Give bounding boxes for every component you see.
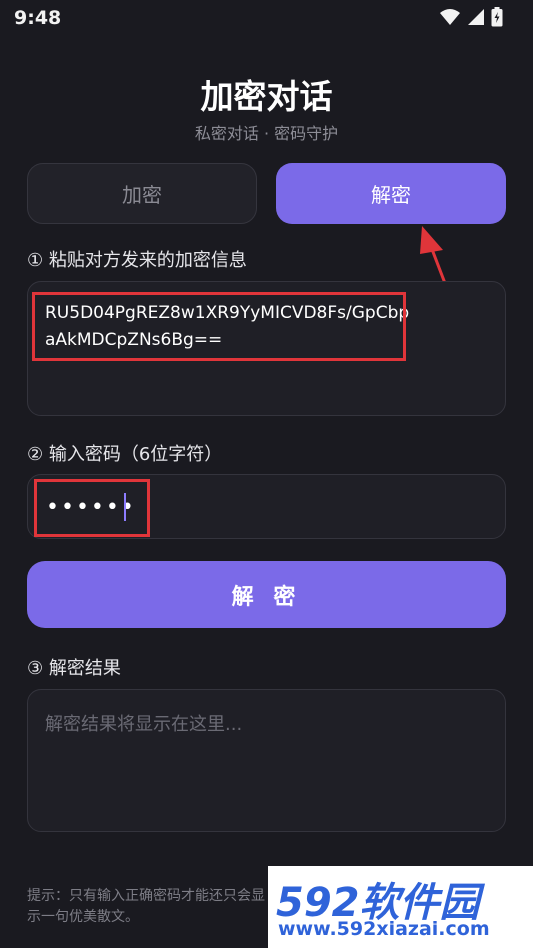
status-bar: 9:48: [0, 0, 533, 36]
annotation-highlight-cipher: [32, 292, 406, 361]
page-title: 加密对话: [200, 77, 333, 116]
watermark-url: www.592xiazai.com: [278, 918, 490, 940]
tab-decrypt[interactable]: 解密: [276, 163, 506, 224]
cipher-input[interactable]: RU5D04PgREZ8w1XR9YyMICVD8Fs/GpCbpaAkMDCp…: [27, 281, 506, 416]
battery-icon: [491, 7, 503, 27]
watermark: 592软件园 www.592xiazai.com: [268, 866, 533, 948]
result-output[interactable]: 解密结果将显示在这里...: [27, 689, 506, 832]
cipher-label: ① 粘贴对方发来的加密信息: [27, 250, 247, 271]
password-input[interactable]: ••••••: [27, 474, 506, 539]
signal-icon: [468, 9, 484, 25]
status-time: 9:48: [14, 7, 62, 29]
password-label: ② 输入密码（6位字符）: [27, 444, 223, 465]
result-label: ③ 解密结果: [27, 658, 121, 679]
tab-encrypt[interactable]: 加密: [27, 163, 257, 224]
decrypt-button[interactable]: 解 密: [27, 561, 506, 628]
status-icons: [439, 7, 503, 27]
wifi-icon: [440, 9, 460, 25]
hint-text: 提示：只有输入正确密码才能还只会显示一句优美散文。: [27, 888, 265, 925]
annotation-highlight-password: [34, 479, 150, 537]
page-subtitle: 私密对话 · 密码守护: [194, 124, 339, 143]
result-placeholder: 解密结果将显示在这里...: [45, 714, 243, 735]
